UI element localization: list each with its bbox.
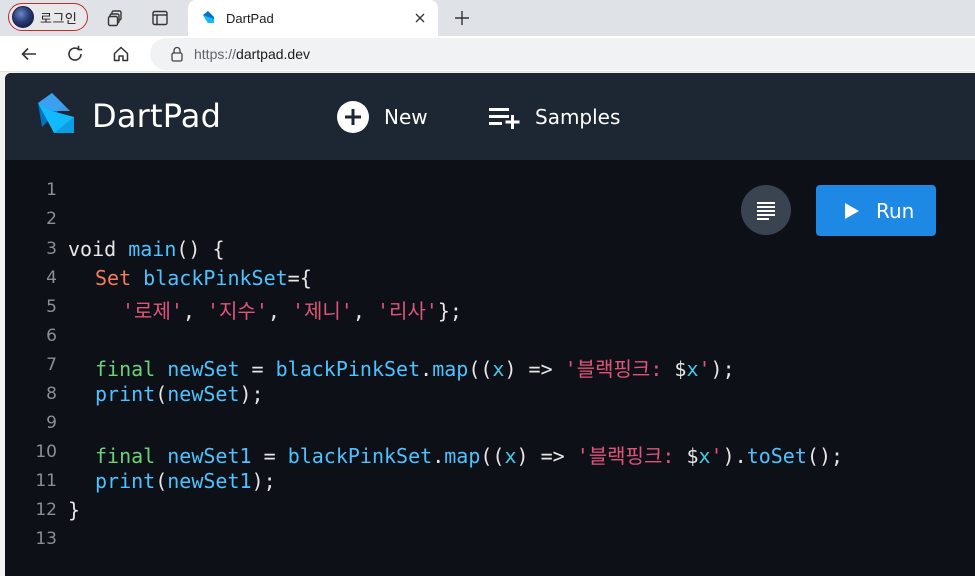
play-icon: [845, 202, 859, 219]
refresh-icon[interactable]: [62, 41, 88, 67]
dartpad-app: DartPad New Samples 1 2 3 void main() { 4…: [5, 73, 975, 576]
code-line: 6: [5, 324, 975, 353]
dart-favicon-icon: [203, 11, 214, 23]
back-icon[interactable]: [16, 41, 42, 67]
line-number: 5: [46, 297, 57, 317]
code-line: 4 Set blackPinkSet={: [5, 266, 975, 295]
line-number: 7: [46, 355, 57, 375]
new-button[interactable]: New: [336, 97, 428, 137]
code-line: 10 final newSet1 = blackPinkSet.map((x) =…: [5, 440, 975, 469]
line-number: 6: [46, 326, 57, 346]
code-line: 12}: [5, 498, 975, 527]
line-number: 4: [46, 268, 57, 288]
code-text: '로제', '지수', '제니', '리사'};: [122, 299, 462, 323]
code-text: void main() {: [68, 237, 225, 261]
line-number: 1: [46, 180, 57, 200]
address-bar[interactable]: https://dartpad.dev: [150, 38, 975, 70]
run-label: Run: [876, 198, 915, 223]
url-text: https://dartpad.dev: [194, 46, 310, 62]
code-text: print(newSet1);: [95, 469, 276, 493]
code-line: 8 print(newSet);: [5, 382, 975, 411]
line-number: 2: [46, 209, 57, 229]
samples-label: Samples: [535, 105, 621, 129]
workspaces-icon[interactable]: [104, 6, 128, 30]
run-button[interactable]: Run: [816, 185, 936, 236]
profile-button[interactable]: 로그인: [8, 3, 88, 31]
tab-title: DartPad: [226, 10, 274, 26]
format-button[interactable]: [741, 185, 791, 235]
add-circle-icon: [337, 101, 369, 133]
playlist-add-icon: [489, 108, 520, 129]
line-number: 8: [46, 384, 57, 404]
line-number: 9: [46, 413, 57, 433]
line-number: 13: [35, 529, 57, 549]
code-text: print(newSet);: [95, 382, 264, 406]
code-line: 3 void main() {: [5, 237, 975, 266]
samples-button[interactable]: Samples: [487, 97, 620, 137]
format-align-icon: [757, 202, 775, 220]
home-icon[interactable]: [108, 41, 134, 67]
line-number: 11: [35, 471, 57, 491]
code-text: }: [68, 498, 81, 522]
lock-icon[interactable]: [170, 46, 184, 62]
dart-logo-icon: [38, 93, 74, 133]
new-tab-icon[interactable]: [450, 6, 474, 30]
browser-tab-bar: 로그인 DartPad: [0, 0, 975, 36]
line-number: 3: [46, 239, 57, 259]
browser-toolbar: https://dartpad.dev: [0, 36, 975, 72]
tab-dartpad[interactable]: DartPad: [188, 0, 438, 36]
url-host: dartpad.dev: [236, 46, 310, 62]
new-label: New: [384, 105, 428, 129]
profile-avatar: [12, 6, 34, 28]
app-brand: DartPad: [92, 97, 222, 135]
url-protocol: https://: [194, 46, 237, 62]
code-line: 11 print(newSet1);: [5, 469, 975, 498]
code-line: 13: [5, 527, 975, 556]
profile-label: 로그인: [40, 10, 78, 26]
code-text: final newSet = blackPinkSet.map((x) => '…: [95, 357, 735, 381]
code-line: 5 '로제', '지수', '제니', '리사'};: [5, 295, 975, 324]
close-tab-icon[interactable]: [412, 10, 428, 26]
code-line: 7 final newSet = blackPinkSet.map((x) => …: [5, 353, 975, 382]
line-number: 10: [35, 442, 57, 462]
vertical-tabs-icon[interactable]: [148, 6, 172, 30]
code-line: 9: [5, 411, 975, 440]
code-text: Set blackPinkSet={: [95, 266, 312, 290]
line-number: 12: [35, 500, 57, 520]
app-header: DartPad New Samples: [5, 73, 975, 160]
code-text: final newSet1 = blackPinkSet.map((x) => …: [95, 444, 844, 468]
